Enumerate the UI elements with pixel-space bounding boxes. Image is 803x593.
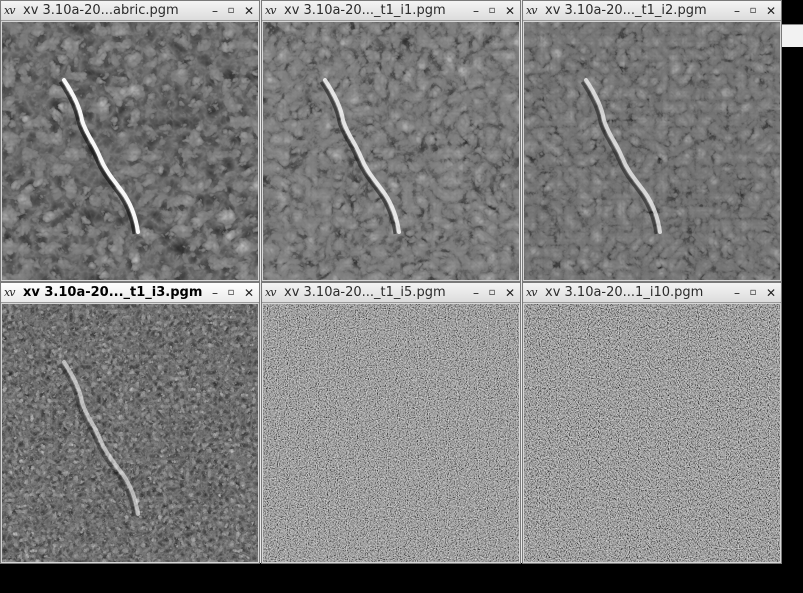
xv-window-t1-i2[interactable]: xv xv 3.10a-20..._t1_i2.pgm – ▫ ✕ [522, 0, 782, 282]
window-titlebar[interactable]: xv xv 3.10a-20...1_i10.pgm – ▫ ✕ [523, 283, 781, 303]
image-canvas[interactable] [524, 22, 780, 280]
minimize-button[interactable]: – [729, 285, 745, 301]
xv-window-t1-i10[interactable]: xv xv 3.10a-20...1_i10.pgm – ▫ ✕ [522, 282, 782, 564]
image-texture [524, 22, 780, 280]
xv-icon[interactable]: xv [526, 4, 542, 18]
desktop-panel-fragment [781, 24, 803, 47]
close-button[interactable]: ✕ [502, 285, 518, 301]
xv-icon[interactable]: xv [526, 286, 542, 300]
window-titlebar[interactable]: xv xv 3.10a-20..._t1_i5.pgm – ▫ ✕ [262, 283, 520, 303]
maximize-button[interactable]: ▫ [223, 285, 239, 301]
xv-window-t1-i1[interactable]: xv xv 3.10a-20..._t1_i1.pgm – ▫ ✕ [261, 0, 521, 282]
xv-window-t1-i5[interactable]: xv xv 3.10a-20..._t1_i5.pgm – ▫ ✕ [261, 282, 521, 564]
close-button[interactable]: ✕ [763, 3, 779, 19]
image-texture [2, 22, 258, 280]
image-texture [263, 304, 519, 562]
image-canvas[interactable] [263, 22, 519, 280]
close-button[interactable]: ✕ [241, 285, 257, 301]
xv-window-t1-i3[interactable]: xv xv 3.10a-20..._t1_i3.pgm – ▫ ✕ [0, 282, 260, 564]
minimize-button[interactable]: – [207, 3, 223, 19]
image-canvas[interactable] [2, 304, 258, 562]
close-button[interactable]: ✕ [763, 285, 779, 301]
desktop-right-edge [781, 0, 803, 563]
image-texture [263, 22, 519, 280]
desktop-bottom-area [0, 563, 803, 593]
image-canvas[interactable] [524, 304, 780, 562]
window-title: xv 3.10a-20..._t1_i1.pgm [284, 3, 446, 18]
xv-icon[interactable]: xv [4, 4, 20, 18]
maximize-button[interactable]: ▫ [484, 285, 500, 301]
xv-icon[interactable]: xv [265, 286, 281, 300]
close-button[interactable]: ✕ [502, 3, 518, 19]
window-titlebar[interactable]: xv xv 3.10a-20..._t1_i3.pgm – ▫ ✕ [1, 283, 259, 303]
image-canvas[interactable] [263, 304, 519, 562]
xv-icon[interactable]: xv [4, 286, 20, 300]
maximize-button[interactable]: ▫ [223, 3, 239, 19]
xv-window-fabric[interactable]: xv xv 3.10a-20...abric.pgm – ▫ ✕ [0, 0, 260, 282]
image-texture [2, 304, 258, 562]
minimize-button[interactable]: – [468, 285, 484, 301]
minimize-button[interactable]: – [468, 3, 484, 19]
image-canvas[interactable] [2, 22, 258, 280]
window-title: xv 3.10a-20...1_i10.pgm [545, 285, 704, 300]
close-button[interactable]: ✕ [241, 3, 257, 19]
window-titlebar[interactable]: xv xv 3.10a-20..._t1_i2.pgm – ▫ ✕ [523, 1, 781, 21]
xv-icon[interactable]: xv [265, 4, 281, 18]
maximize-button[interactable]: ▫ [484, 3, 500, 19]
maximize-button[interactable]: ▫ [745, 285, 761, 301]
minimize-button[interactable]: – [207, 285, 223, 301]
window-title: xv 3.10a-20..._t1_i2.pgm [545, 3, 707, 18]
window-title: xv 3.10a-20..._t1_i3.pgm [23, 285, 203, 300]
window-title: xv 3.10a-20...abric.pgm [23, 3, 179, 18]
minimize-button[interactable]: – [729, 3, 745, 19]
window-title: xv 3.10a-20..._t1_i5.pgm [284, 285, 446, 300]
maximize-button[interactable]: ▫ [745, 3, 761, 19]
window-titlebar[interactable]: xv xv 3.10a-20..._t1_i1.pgm – ▫ ✕ [262, 1, 520, 21]
window-titlebar[interactable]: xv xv 3.10a-20...abric.pgm – ▫ ✕ [1, 1, 259, 21]
image-texture [524, 304, 780, 562]
